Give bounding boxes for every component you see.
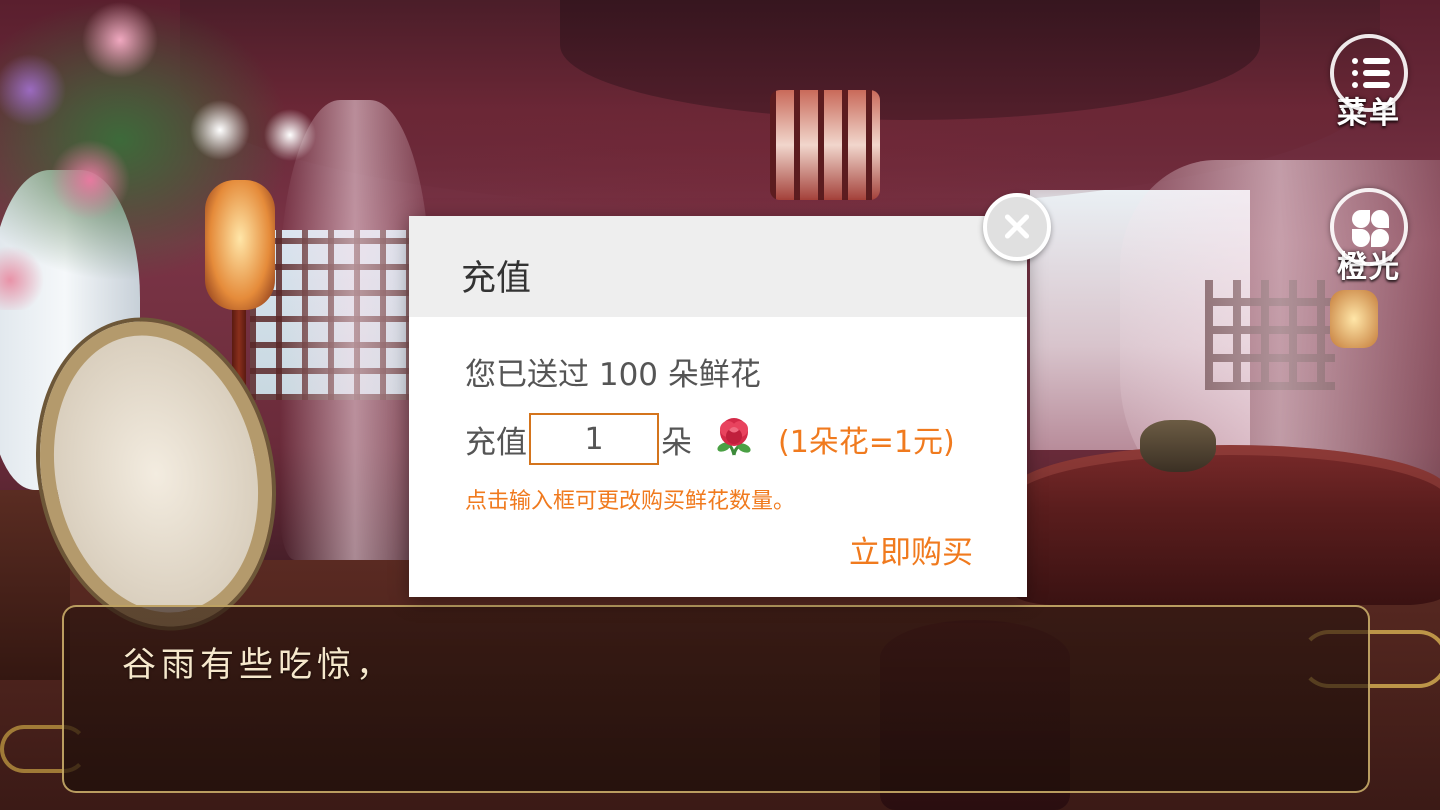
standing-lantern (205, 180, 275, 310)
incense-burner (1140, 420, 1216, 472)
lantern-right (1330, 290, 1378, 348)
recharge-dialog: 充值 您已送过 100 朵鲜花 充值 朵 (409, 216, 1027, 597)
orange-light-logo-icon (1330, 188, 1408, 266)
dialogue-box[interactable]: 谷雨有些吃惊， (62, 605, 1370, 793)
flower-arrangement (0, 0, 350, 310)
round-table (1010, 445, 1440, 605)
quantity-hint: 点击输入框可更改购买鲜花数量。 (465, 489, 796, 514)
dialog-title: 充值 (461, 259, 532, 299)
menu-list-icon (1330, 34, 1408, 112)
hanging-lantern (770, 90, 880, 200)
recharge-row: 充值 朵 (1朵花=1元) (465, 413, 955, 465)
dialog-header: 充值 (409, 216, 1027, 317)
unit-label: 朵 (661, 424, 692, 461)
close-icon[interactable] (983, 193, 1051, 261)
flowers-sent-text: 您已送过 100 朵鲜花 (465, 357, 761, 393)
orange-light-button[interactable]: 橙光 (1324, 188, 1414, 286)
dialog-body: 您已送过 100 朵鲜花 充值 朵 (409, 317, 1027, 597)
dialogue-text: 谷雨有些吃惊， (122, 645, 395, 685)
game-screen: 菜单 橙光 谷雨有些吃惊， 充值 您已送过 100 朵鲜花 充值 朵 (0, 0, 1440, 810)
menu-button[interactable]: 菜单 (1324, 34, 1414, 132)
buy-now-button[interactable]: 立即购买 (849, 527, 973, 572)
rose-icon (710, 415, 758, 463)
price-note: (1朵花=1元) (778, 425, 955, 460)
flower-quantity-input[interactable] (529, 413, 659, 465)
recharge-label: 充值 (465, 424, 527, 461)
